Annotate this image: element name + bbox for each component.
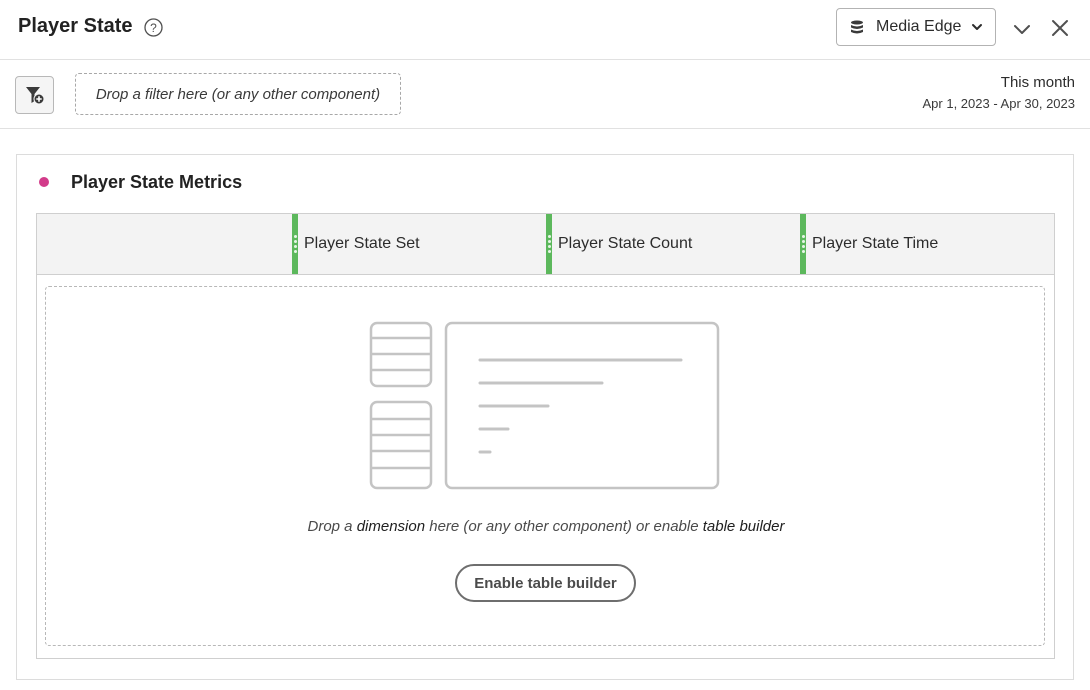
data-source-dropdown[interactable]: Media Edge xyxy=(836,8,996,46)
dimension-drop-zone[interactable]: Drop a dimension here (or any other comp… xyxy=(45,286,1045,646)
column-header-label: Player State Count xyxy=(558,235,693,252)
table-header-row: Player State Set Player State Count Play… xyxy=(37,214,1054,275)
column-header-label: Player State Set xyxy=(304,235,420,252)
column-header-player-state-set[interactable]: Player State Set xyxy=(292,214,546,274)
drag-handle-icon[interactable] xyxy=(546,214,552,274)
drag-handle-icon[interactable] xyxy=(292,214,298,274)
enable-table-builder-button[interactable]: Enable table builder xyxy=(455,564,636,602)
date-range-label: This month xyxy=(1000,74,1075,91)
database-icon xyxy=(851,20,863,34)
panel-header: Player State ? Media Edge xyxy=(0,0,1090,60)
column-header-label: Player State Time xyxy=(812,235,939,252)
filter-add-icon xyxy=(25,87,44,105)
hint-prefix: Drop a xyxy=(307,518,357,535)
close-icon[interactable] xyxy=(1048,16,1072,40)
hint-middle: here (or any other component) or enable xyxy=(425,518,703,535)
panel-title: Player State xyxy=(18,15,133,37)
freeform-table-visualization: Player State Metrics Player State Set Pl… xyxy=(16,154,1074,680)
chevron-down-icon xyxy=(972,24,983,30)
filter-bar: Drop a filter here (or any other compone… xyxy=(0,61,1090,129)
visualization-title[interactable]: Player State Metrics xyxy=(71,172,242,193)
date-range-picker[interactable]: This month Apr 1, 2023 - Apr 30, 2023 xyxy=(923,74,1076,111)
help-icon[interactable]: ? xyxy=(144,18,163,37)
collapse-panel-chevron-icon[interactable] xyxy=(1010,17,1034,41)
hint-table-builder: table builder xyxy=(702,518,785,535)
hint-dimension: dimension xyxy=(356,518,426,535)
drop-dimension-hint: Drop a dimension here (or any other comp… xyxy=(46,518,1046,535)
drag-handle-icon[interactable] xyxy=(800,214,806,274)
data-source-label: Media Edge xyxy=(876,18,962,35)
table-placeholder-illustration xyxy=(369,321,720,490)
filter-drop-zone[interactable]: Drop a filter here (or any other compone… xyxy=(75,73,401,115)
add-filter-button[interactable] xyxy=(15,76,54,114)
visualization-color-dot xyxy=(39,177,49,187)
column-header-player-state-count[interactable]: Player State Count xyxy=(546,214,800,274)
column-header-player-state-time[interactable]: Player State Time xyxy=(800,214,1054,274)
freeform-table: Player State Set Player State Count Play… xyxy=(36,213,1055,659)
date-range-value: Apr 1, 2023 - Apr 30, 2023 xyxy=(922,96,1076,111)
svg-text:?: ? xyxy=(150,21,157,35)
